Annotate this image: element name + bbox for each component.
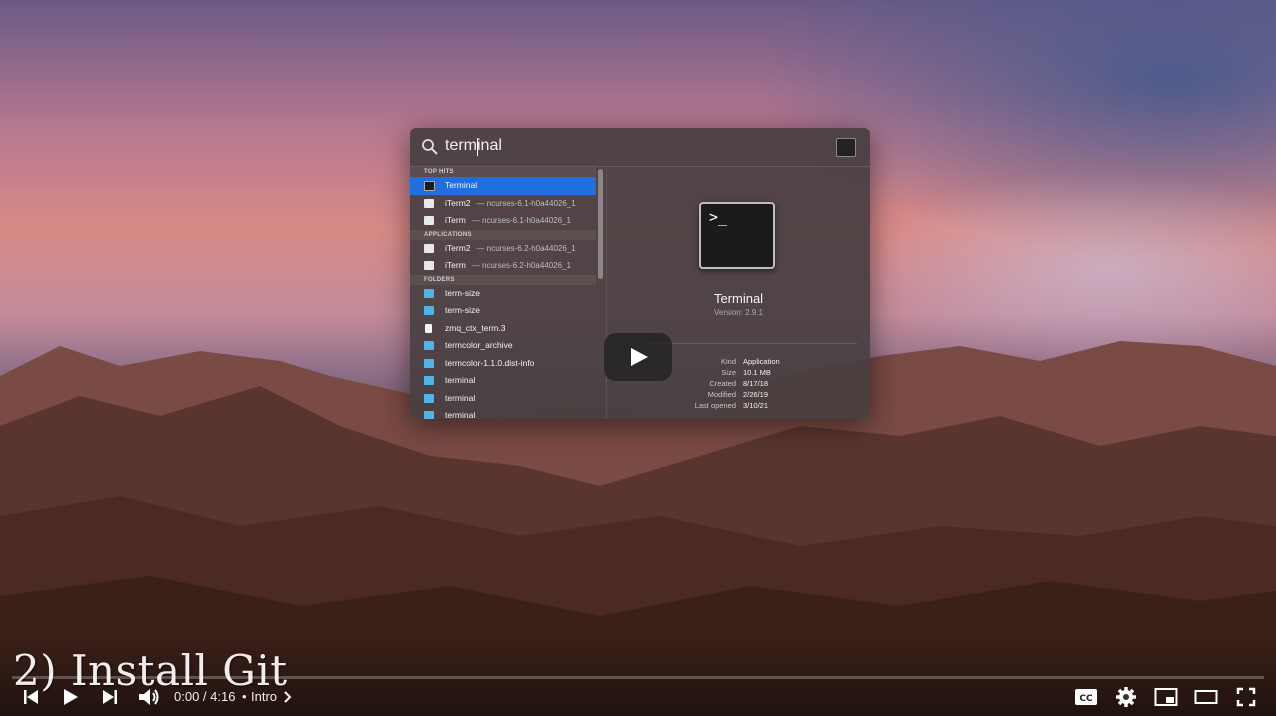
section-header-top-hits: TOP HITS [410, 167, 596, 177]
search-input[interactable]: terminal [445, 137, 502, 155]
subtitles-icon: CC [1075, 689, 1097, 705]
info-key: Kind [720, 357, 736, 366]
info-row-last-opened: Last opened 3/10/21 [607, 401, 870, 412]
terminal-large-icon: >_ [699, 202, 775, 269]
result-row-folder[interactable]: terminal [410, 372, 596, 390]
miniplayer-icon [1154, 688, 1178, 706]
info-row-modified: Modified 2/26/19 [607, 390, 870, 401]
result-name: Terminal [445, 180, 478, 190]
info-value: 8/17/18 [743, 379, 769, 388]
result-name: terminal [445, 410, 476, 419]
time-display: 0:00 / 4:16 [174, 689, 236, 704]
result-name: term-size [445, 305, 480, 315]
info-value: 10.1 MB [743, 368, 771, 377]
progress-bar[interactable] [12, 676, 1264, 679]
miniplayer-button[interactable] [1153, 684, 1179, 710]
fullscreen-button[interactable] [1233, 684, 1259, 710]
folder-icon [424, 411, 434, 419]
result-row-iterm[interactable]: iTerm — ncurses-6.2-h0a44026_1 [410, 257, 596, 275]
result-row-folder[interactable]: term-size [410, 302, 596, 320]
result-row-iterm2[interactable]: iTerm2 — ncurses-6.2-h0a44026_1 [410, 240, 596, 258]
volume-icon [139, 689, 159, 705]
results-scrollbar[interactable] [598, 169, 603, 279]
result-row-document[interactable]: zmq_ctx_term.3 [410, 320, 596, 338]
result-row-folder[interactable]: termcolor_archive [410, 337, 596, 355]
result-name: iTerm2 [445, 242, 471, 253]
volume-button[interactable] [136, 684, 162, 710]
terminal-prompt-glyph: >_ [709, 208, 728, 226]
next-icon [103, 690, 117, 704]
result-name: term-size [445, 287, 480, 298]
result-row-folder[interactable]: terminal [410, 407, 596, 419]
iterm2-app-icon [424, 198, 434, 208]
play-button[interactable] [58, 684, 82, 710]
preview-app-version: Version: 2.9.1 [714, 308, 763, 317]
result-name: termcolor-1.1.0.dist-info [445, 357, 535, 368]
settings-button[interactable] [1113, 684, 1139, 710]
theater-mode-button[interactable] [1193, 684, 1219, 710]
result-row-folder[interactable]: terminal [410, 390, 596, 408]
result-name: iTerm [445, 215, 466, 225]
result-subtitle: — ncurses-6.2-h0a44026_1 [476, 243, 576, 253]
chevron-right-icon [284, 691, 292, 703]
result-name: terminal [445, 375, 476, 385]
result-name: zmq_ctx_term.3 [445, 322, 506, 333]
section-header-applications: APPLICATIONS [410, 229, 596, 240]
document-icon [425, 323, 432, 333]
folder-icon [424, 358, 434, 368]
result-row-iterm[interactable]: iTerm — ncurses-6.1-h0a44026_1 [410, 212, 596, 230]
folder-icon [424, 306, 434, 315]
info-key: Size [721, 368, 736, 377]
svg-text:CC: CC [1079, 694, 1093, 704]
iterm-app-icon [424, 261, 434, 270]
fullscreen-icon [1236, 687, 1256, 707]
result-subtitle: — ncurses-6.1-h0a44026_1 [471, 216, 571, 225]
result-name: iTerm [445, 260, 466, 270]
preview-pane: >_ Terminal Version: 2.9.1 Kind Applicati… [607, 167, 870, 419]
results-list: TOP HITS Terminal iTerm2— ncurses-6.1-h0… [410, 167, 596, 419]
preview-app-name: Terminal [713, 291, 764, 306]
info-key: Modified [707, 390, 736, 399]
result-name: iTerm2 [445, 197, 471, 208]
result-name: termcolor_archive [445, 340, 513, 350]
result-row-iterm2[interactable]: iTerm2 — ncurses-6.1-h0a44026_1 [410, 195, 596, 213]
search-icon [422, 139, 438, 155]
iterm-app-icon [424, 216, 434, 225]
info-value: 3/10/21 [743, 401, 769, 410]
folder-icon [424, 376, 434, 385]
text-cursor [477, 138, 478, 156]
info-value: 2/26/19 [743, 390, 769, 399]
result-subtitle: — ncurses-6.1-h0a44026_1 [476, 198, 576, 208]
preview-divider [647, 343, 857, 344]
info-key: Last opened [694, 401, 736, 410]
info-key: Created [709, 379, 736, 388]
play-icon [64, 689, 78, 705]
folder-icon [424, 341, 434, 350]
info-value: Application [743, 357, 780, 366]
previous-icon [24, 690, 38, 704]
section-header-folders: FOLDERS [410, 274, 596, 285]
terminal-app-icon [836, 138, 856, 157]
result-subtitle: — ncurses-6.2-h0a44026_1 [471, 261, 571, 270]
result-row-folder[interactable]: term-size [410, 285, 596, 303]
iterm2-app-icon [424, 243, 434, 253]
folder-icon [424, 288, 434, 298]
spotlight-search-bar[interactable]: terminal [410, 128, 870, 167]
theater-mode-icon [1194, 690, 1218, 704]
result-row-terminal[interactable]: Terminal [410, 177, 596, 195]
next-button[interactable] [99, 684, 121, 710]
play-icon [631, 348, 648, 366]
chapter-arrow[interactable] [282, 684, 294, 710]
subtitles-button[interactable]: CC [1073, 684, 1099, 710]
folder-icon [424, 393, 434, 403]
terminal-app-icon [424, 181, 435, 191]
settings-gear-icon [1116, 687, 1136, 707]
big-play-button[interactable] [604, 333, 672, 381]
result-row-folder[interactable]: termcolor-1.1.0.dist-info [410, 355, 596, 373]
result-name: terminal [445, 392, 476, 403]
previous-button[interactable] [20, 684, 42, 710]
chapter-button[interactable]: Intro [251, 689, 277, 704]
time-separator: • [242, 689, 247, 704]
